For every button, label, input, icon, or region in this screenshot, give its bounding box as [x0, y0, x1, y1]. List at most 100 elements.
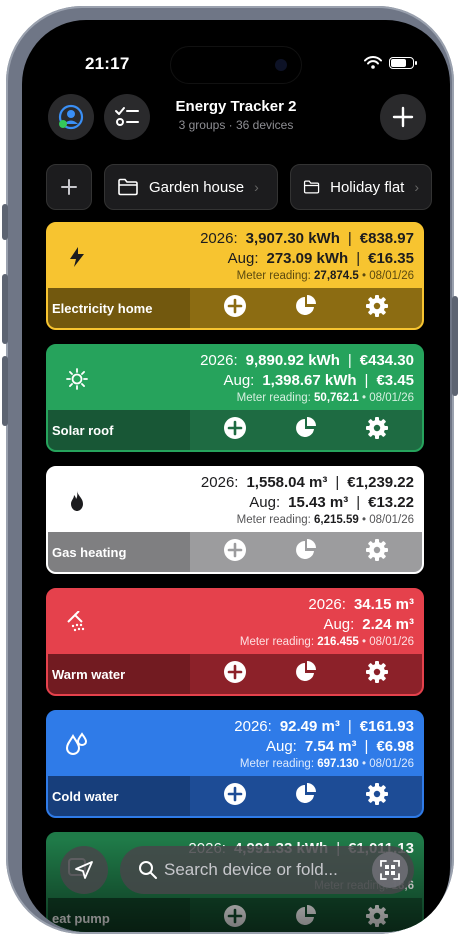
year-cost: €838.97 — [359, 230, 414, 247]
year-row: 2026: 9,890.92 kWh | €434.30 — [200, 352, 414, 369]
device-card[interactable]: 2026: 92.49 m³ | €161.93 Aug: 7.54 m³ | €6.98 Me… — [46, 710, 424, 818]
action-button — [2, 204, 8, 240]
statistics-button[interactable] — [293, 538, 319, 567]
statistics-pie-icon — [294, 538, 318, 567]
plus-icon — [61, 179, 77, 195]
settings-gear-icon — [365, 416, 389, 445]
statistics-button[interactable] — [293, 416, 319, 445]
month-value: 2.24 m³ — [362, 616, 414, 633]
year-row: 2026: 34.15 m³ — [308, 596, 414, 613]
year-value: 34.15 m³ — [353, 596, 414, 613]
year-cost: €161.93 — [359, 718, 414, 735]
device-card[interactable]: 2026: 9,890.92 kWh | €434.30 Aug: 1,398.67 kW… — [46, 344, 424, 452]
search-bar[interactable] — [120, 846, 414, 894]
month-row: Aug: 273.09 kWh | €16.35 — [228, 250, 414, 267]
device-card[interactable]: 2026: 3,907.30 kWh | €838.97 Aug: 273.09 kWh |… — [46, 222, 424, 330]
settings-gear-icon — [365, 294, 389, 323]
device-settings-button[interactable] — [364, 538, 390, 565]
card-toolbar: Gas heating — [48, 532, 422, 572]
search-input[interactable] — [164, 846, 354, 894]
month-label: Aug: — [249, 494, 281, 511]
volume-up-button — [2, 274, 8, 344]
add-reading-button[interactable] — [222, 294, 248, 323]
year-row: 2026: 92.49 m³ | €161.93 — [234, 718, 414, 735]
volume-down-button — [2, 356, 8, 426]
card-summary[interactable]: 2026: 3,907.30 kWh | €838.97 Aug: 273.09 kWh |… — [48, 224, 422, 290]
status-icons — [364, 56, 417, 69]
meter-date: • 08/01/26 — [362, 758, 414, 770]
month-value: 15.43 m³ — [288, 494, 349, 511]
month-label: Aug: — [323, 616, 355, 633]
month-cost: €3.45 — [376, 372, 414, 389]
settings-gear-icon — [365, 782, 389, 811]
statistics-pie-icon — [294, 660, 318, 689]
add-reading-button[interactable] — [222, 660, 248, 687]
year-row: 2026: 1,558.04 m³ | €1,239.22 — [201, 474, 414, 491]
card-actions — [190, 654, 422, 694]
add-reading-icon — [223, 294, 247, 323]
meter-label: Meter reading: — [236, 270, 311, 282]
year-label: 2026: — [200, 230, 238, 247]
device-card[interactable]: 2026: 34.15 m³ Aug: 2.24 m³ Meter reading: 2… — [46, 588, 424, 696]
card-summary[interactable]: 2026: 34.15 m³ Aug: 2.24 m³ Meter reading: 2… — [48, 590, 422, 656]
add-reading-button[interactable] — [222, 538, 248, 565]
meter-date: • 08/01/26 — [362, 392, 414, 404]
month-label: Aug: — [227, 250, 259, 267]
year-value: 9,890.92 kWh — [245, 352, 340, 369]
separator: | — [347, 352, 352, 369]
plus-icon — [392, 106, 414, 128]
search-icon — [139, 861, 157, 879]
statistics-button[interactable] — [293, 660, 319, 689]
year-cost: €434.30 — [359, 352, 414, 369]
device-name: Gas heating — [48, 532, 190, 572]
card-summary[interactable]: 2026: 9,890.92 kWh | €434.30 Aug: 1,398.67 kW… — [48, 346, 422, 412]
meter-value: 27,874.5 — [314, 270, 359, 282]
year-value: 3,907.30 kWh — [245, 230, 340, 247]
sun-icon — [64, 366, 90, 392]
card-actions — [190, 532, 422, 572]
camera-icon — [275, 59, 287, 71]
folder-garden-house[interactable]: Garden house › — [104, 164, 278, 210]
meter-date: • 08/01/26 — [362, 636, 414, 648]
separator: | — [347, 230, 352, 247]
device-settings-button[interactable] — [364, 782, 390, 811]
power-button — [452, 296, 458, 396]
add-reading-button[interactable] — [222, 782, 248, 809]
meter-value: 50,762.1 — [314, 392, 359, 404]
meter-reading: Meter reading: 697.130 • 08/01/26 — [240, 758, 414, 770]
chevron-right-icon: › — [254, 179, 259, 195]
year-cost: €1,239.22 — [347, 474, 414, 491]
card-summary[interactable]: 2026: 92.49 m³ | €161.93 Aug: 7.54 m³ | €6.98 Me… — [48, 712, 422, 778]
meter-label: Meter reading: — [236, 392, 311, 404]
device-name: Electricity home — [48, 288, 190, 328]
month-cost: €16.35 — [368, 250, 414, 267]
meter-reading: Meter reading: 216.455 • 08/01/26 — [240, 636, 414, 648]
card-actions — [190, 776, 422, 816]
meter-date: • 08/01/26 — [362, 514, 414, 526]
statistics-button[interactable] — [293, 782, 319, 809]
device-card[interactable]: 2026: 1,558.04 m³ | €1,239.22 Aug: 15.43 m³ | €… — [46, 466, 424, 574]
folder-holiday-flat[interactable]: Holiday flat › — [290, 164, 432, 210]
separator: | — [347, 718, 352, 735]
add-folder-button[interactable] — [46, 164, 92, 210]
shower-icon — [64, 610, 90, 636]
location-button[interactable] — [60, 846, 108, 894]
year-label: 2026: — [200, 352, 238, 369]
year-value: 1,558.04 m³ — [246, 474, 328, 491]
add-device-button[interactable] — [380, 94, 426, 140]
separator: | — [364, 738, 369, 755]
statistics-button[interactable] — [293, 294, 319, 321]
phone-frame: 21:17 Energy Tracker 2 3 groups · 36 dev… — [2, 6, 458, 934]
device-settings-button[interactable] — [364, 294, 390, 323]
device-name: Warm water — [48, 654, 190, 694]
device-settings-button[interactable] — [364, 660, 390, 689]
add-reading-button[interactable] — [222, 416, 248, 443]
card-summary[interactable]: 2026: 1,558.04 m³ | €1,239.22 Aug: 15.43 m³ | €… — [48, 468, 422, 534]
folder-icon — [118, 178, 138, 196]
statistics-pie-icon — [294, 416, 318, 445]
settings-gear-icon — [365, 660, 389, 689]
device-settings-button[interactable] — [364, 416, 390, 445]
dynamic-island — [170, 46, 302, 84]
month-row: Aug: 1,398.67 kWh | €3.45 — [223, 372, 414, 389]
qr-scan-button[interactable] — [372, 852, 408, 888]
